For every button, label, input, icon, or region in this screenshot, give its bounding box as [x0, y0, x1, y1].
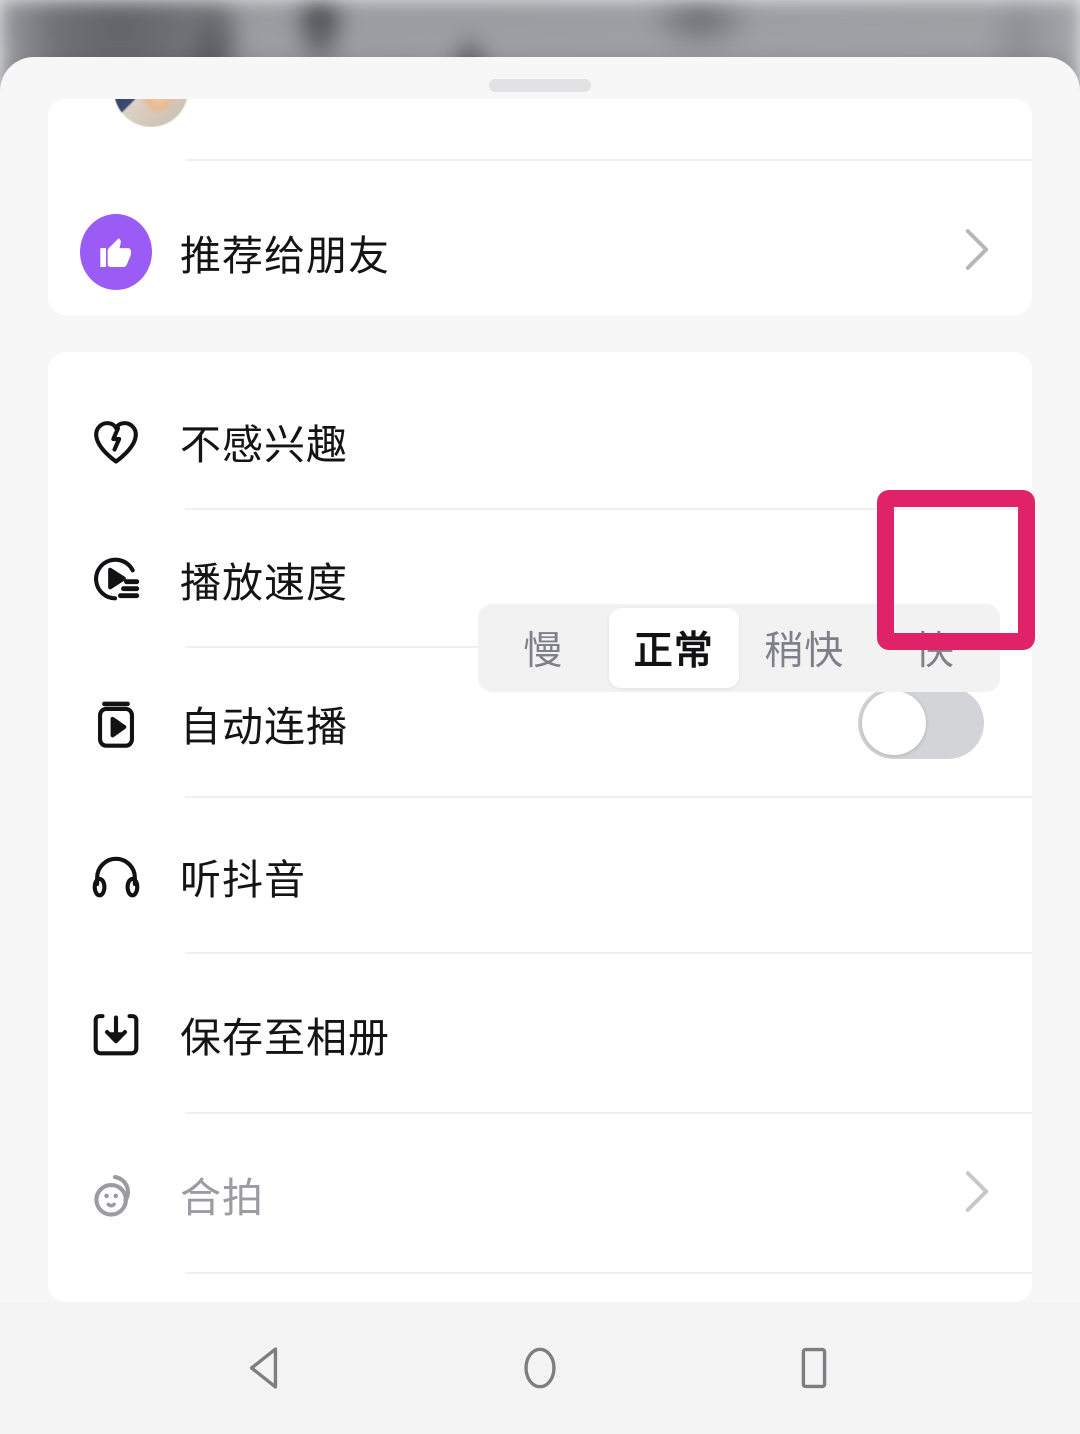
- avatar: [114, 99, 188, 127]
- row-not-interested[interactable]: 不感兴趣: [48, 374, 1032, 508]
- phone-screen: 推荐给朋友 不感兴趣 播放速度 自动连播 听抖音 保存至相册 合拍 慢 正常 稍…: [0, 0, 1080, 1434]
- row-label: 自动连播: [180, 704, 348, 750]
- row-label: 不感兴趣: [180, 422, 348, 468]
- card-video-options: 不感兴趣 播放速度 自动连播 听抖音 保存至相册 合拍: [48, 352, 1032, 1302]
- speed-option-slow[interactable]: 慢: [478, 604, 609, 692]
- options-bottom-sheet: 推荐给朋友 不感兴趣 播放速度 自动连播 听抖音 保存至相册 合拍 慢 正常 稍…: [0, 57, 1080, 1302]
- headphones-icon: [80, 840, 152, 912]
- playback-speed-icon: [80, 543, 152, 615]
- chevron-right-icon: [962, 227, 992, 278]
- row-duet[interactable]: 合拍: [48, 1116, 1032, 1272]
- divider: [185, 952, 1032, 954]
- divider: [185, 796, 1032, 798]
- home-circle-icon[interactable]: [495, 1323, 585, 1413]
- row-label: 保存至相册: [180, 1015, 390, 1061]
- row-label: 合拍: [180, 1175, 264, 1221]
- row-recommend-to-friends[interactable]: 推荐给朋友: [48, 193, 1032, 311]
- android-navigation-bar: [0, 1302, 1080, 1434]
- row-label: 推荐给朋友: [180, 233, 390, 279]
- speed-option-normal[interactable]: 正常: [608, 608, 739, 688]
- toggle-knob: [862, 691, 926, 755]
- speed-option-fast[interactable]: 快: [870, 604, 1001, 692]
- divider: [185, 159, 1032, 161]
- row-save-to-album[interactable]: 保存至相册: [48, 956, 1032, 1112]
- thumbs-up-icon: [80, 214, 152, 290]
- broken-heart-icon: [80, 405, 152, 477]
- sheet-drag-handle[interactable]: [489, 79, 591, 92]
- card-recommend: 推荐给朋友: [48, 99, 1032, 315]
- divider: [185, 508, 1032, 510]
- download-icon: [80, 998, 152, 1070]
- auto-play-icon: [80, 687, 152, 759]
- chevron-right-icon: [962, 1169, 992, 1220]
- duet-face-icon: [80, 1158, 152, 1230]
- playback-speed-segmented-control[interactable]: 慢 正常 稍快 快: [478, 604, 1000, 692]
- divider: [185, 1272, 1032, 1274]
- auto-play-toggle[interactable]: [858, 687, 984, 759]
- row-listen-to-douyin[interactable]: 听抖音: [48, 800, 1032, 952]
- speed-option-slightly-fast[interactable]: 稍快: [739, 604, 870, 692]
- row-label: 听抖音: [180, 857, 306, 903]
- row-label: 播放速度: [180, 560, 348, 606]
- divider: [185, 1112, 1032, 1114]
- recents-square-icon[interactable]: [769, 1323, 859, 1413]
- back-triangle-icon[interactable]: [221, 1323, 311, 1413]
